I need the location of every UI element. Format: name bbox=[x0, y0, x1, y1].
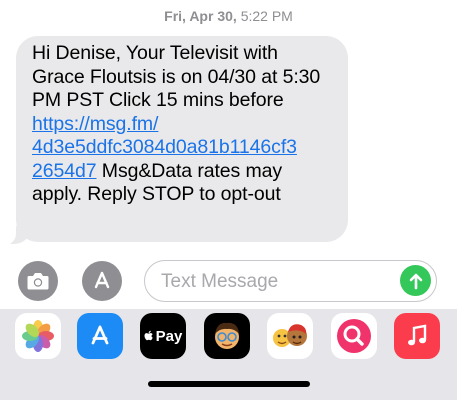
timestamp-time: 5:22 PM bbox=[240, 8, 293, 24]
apps-button[interactable] bbox=[82, 261, 122, 301]
timestamp-day: Fri, Apr 30, bbox=[164, 8, 237, 24]
message-timestamp: Fri, Apr 30, 5:22 PM bbox=[0, 8, 457, 24]
apple-pay-label: Pay bbox=[155, 327, 183, 345]
message-text: Hi Denise, Your Televisit with Grace Flo… bbox=[32, 42, 334, 207]
apple-pay-icon bbox=[144, 330, 153, 341]
message-input[interactable]: Text Message bbox=[144, 260, 437, 302]
app-image-search[interactable] bbox=[331, 313, 377, 359]
app-apple-pay[interactable]: Pay bbox=[140, 313, 186, 359]
music-icon bbox=[408, 324, 427, 346]
app-animoji[interactable] bbox=[267, 313, 313, 359]
app-store-icon bbox=[94, 271, 110, 289]
incoming-message-bubble[interactable]: Hi Denise, Your Televisit with Grace Flo… bbox=[16, 36, 348, 242]
image-search-icon bbox=[337, 319, 371, 353]
app-music[interactable] bbox=[394, 313, 440, 359]
app-store[interactable] bbox=[77, 313, 123, 359]
message-input-placeholder: Text Message bbox=[161, 271, 279, 292]
camera-icon bbox=[27, 273, 49, 290]
app-photos[interactable] bbox=[15, 313, 61, 359]
camera-button[interactable] bbox=[18, 261, 58, 301]
send-arrow-icon bbox=[409, 273, 422, 289]
home-indicator[interactable] bbox=[148, 381, 310, 387]
animoji-icon bbox=[273, 324, 307, 347]
send-button[interactable] bbox=[400, 265, 431, 296]
app-store-icon bbox=[91, 325, 109, 345]
compose-bar: Text Message bbox=[0, 258, 457, 304]
photos-icon bbox=[22, 320, 54, 352]
message-body: Hi Denise, Your Televisit with Grace Flo… bbox=[32, 42, 321, 111]
app-memoji[interactable] bbox=[204, 313, 250, 359]
memoji-icon bbox=[215, 322, 239, 349]
